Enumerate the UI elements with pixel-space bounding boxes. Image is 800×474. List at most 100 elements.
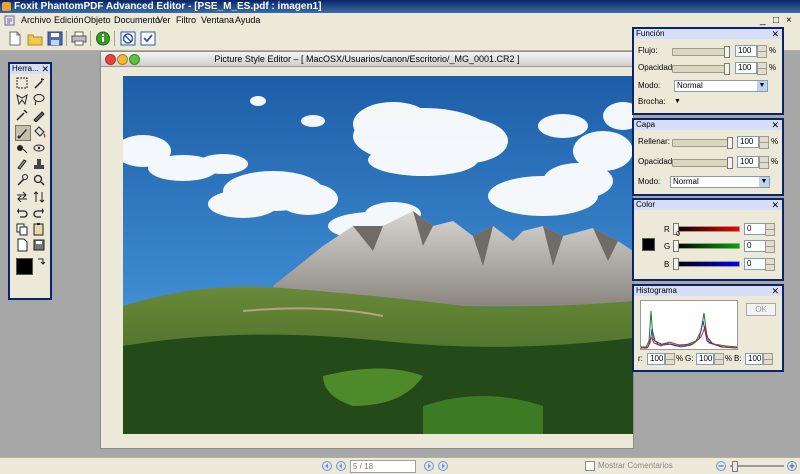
menu-archivo[interactable]: Archivo <box>21 14 51 27</box>
clone-tool[interactable] <box>15 141 29 155</box>
checkbox-button[interactable] <box>139 30 157 47</box>
brocha-dropdown-icon[interactable]: ▼ <box>674 97 681 107</box>
mac-close-icon[interactable] <box>105 54 116 65</box>
zoom-slider[interactable] <box>730 461 784 472</box>
print-button[interactable] <box>70 30 88 47</box>
capa-opacidad-input[interactable]: 100 <box>737 156 759 168</box>
flujo-stepper[interactable] <box>757 45 767 58</box>
close-button[interactable]: × <box>786 14 792 27</box>
mac-zoom-icon[interactable] <box>129 54 140 65</box>
pencil-tool[interactable] <box>15 157 29 171</box>
capa-panel-header[interactable]: Capa ✕ <box>634 120 782 130</box>
menu-filtro[interactable]: Filtro <box>176 14 196 27</box>
r-slider[interactable] <box>673 223 740 235</box>
g-slider-thumb[interactable] <box>673 240 679 252</box>
paste-tool[interactable] <box>32 222 46 236</box>
hist-b-input[interactable]: 100 <box>745 353 763 365</box>
copy-tool[interactable] <box>15 222 29 236</box>
stamp-tool[interactable] <box>32 157 46 171</box>
g-slider[interactable] <box>673 240 740 252</box>
new-doc-button[interactable] <box>6 30 24 47</box>
brush-tool[interactable] <box>15 125 31 141</box>
menu-documento[interactable]: Documento <box>114 14 160 27</box>
histograma-panel-header[interactable]: Histograma ✕ <box>634 286 782 296</box>
modo-select[interactable]: Normal ▼ <box>674 80 768 92</box>
menu-ver[interactable]: Ver <box>157 14 171 27</box>
color-foreground-swatch[interactable] <box>642 238 655 251</box>
lasso-tool[interactable] <box>15 92 29 106</box>
heal-tool[interactable] <box>32 141 46 155</box>
chevron-down-icon[interactable]: ▼ <box>757 81 767 91</box>
histogram-ok-button[interactable]: OK <box>746 303 776 316</box>
undo-tool[interactable] <box>15 206 29 220</box>
rellenar-input[interactable]: 100 <box>737 136 759 148</box>
maximize-button[interactable]: □ <box>773 14 779 27</box>
save-button[interactable] <box>46 30 64 47</box>
capa-modo-select[interactable]: Normal ▼ <box>670 176 770 188</box>
b-input[interactable]: 0 <box>744 258 766 270</box>
menu-ayuda[interactable]: Ayuda <box>235 14 260 27</box>
close-icon[interactable]: ✕ <box>771 29 779 39</box>
close-icon[interactable]: ✕ <box>41 64 49 74</box>
hist-g-input[interactable]: 100 <box>696 353 714 365</box>
mac-minimize-icon[interactable] <box>117 54 128 65</box>
hist-g-stepper[interactable] <box>714 353 724 365</box>
menu-objeto[interactable]: Objeto <box>84 14 111 27</box>
first-page-icon[interactable] <box>322 461 332 471</box>
r-input[interactable]: 0 <box>744 223 766 235</box>
zoom-slider-thumb[interactable] <box>732 461 738 472</box>
opacidad-slider[interactable] <box>672 63 730 75</box>
swap-tool[interactable] <box>15 190 29 204</box>
eyedropper-tool[interactable] <box>15 108 29 122</box>
capa-opacidad-slider[interactable] <box>672 157 733 169</box>
b-slider[interactable] <box>673 258 740 270</box>
funcion-panel-header[interactable]: Función ✕ <box>634 29 782 39</box>
doc-tool[interactable] <box>15 238 29 252</box>
foreground-color-swatch[interactable] <box>16 258 33 275</box>
last-page-icon[interactable] <box>438 461 448 471</box>
zoom-in-icon[interactable] <box>787 461 797 471</box>
paint-bucket-tool[interactable] <box>32 125 46 139</box>
rellenar-slider-thumb[interactable] <box>727 137 733 149</box>
capa-opacidad-stepper[interactable] <box>759 156 769 169</box>
magic-wand-tool[interactable] <box>32 76 46 90</box>
dodge-tool[interactable] <box>15 173 29 187</box>
pen-tool[interactable] <box>32 108 46 122</box>
page-number-field[interactable]: 5 / 18 <box>350 460 416 473</box>
tools-panel-header[interactable]: Herra... ✕ <box>10 64 50 74</box>
capa-opacidad-slider-thumb[interactable] <box>727 157 733 169</box>
save-tool[interactable] <box>32 238 46 252</box>
chevron-down-icon[interactable]: ▼ <box>759 177 769 187</box>
b-stepper[interactable] <box>765 258 775 271</box>
poly-lasso-tool[interactable] <box>32 92 46 106</box>
flujo-slider-thumb[interactable] <box>724 46 730 58</box>
show-comments-checkbox[interactable] <box>585 461 595 471</box>
close-icon[interactable]: ✕ <box>771 286 779 296</box>
menu-ventana[interactable]: Ventana <box>201 14 234 27</box>
zoom-tool[interactable] <box>32 173 46 187</box>
close-icon[interactable]: ✕ <box>771 120 779 130</box>
b-slider-thumb[interactable] <box>673 258 679 270</box>
g-input[interactable]: 0 <box>744 240 766 252</box>
no-entry-button[interactable] <box>119 30 137 47</box>
info-button[interactable] <box>94 30 112 47</box>
menu-edicion[interactable]: Edición <box>54 14 84 27</box>
opacidad-stepper[interactable] <box>757 62 767 75</box>
close-icon[interactable]: ✕ <box>771 200 779 210</box>
r-stepper[interactable] <box>765 223 775 236</box>
flujo-slider[interactable] <box>672 46 730 58</box>
hist-b-stepper[interactable] <box>763 353 773 365</box>
opacidad-slider-thumb[interactable] <box>724 63 730 75</box>
rellenar-stepper[interactable] <box>759 136 769 149</box>
transform-tool[interactable] <box>32 190 46 204</box>
open-button[interactable] <box>26 30 44 47</box>
hist-r-stepper[interactable] <box>665 353 675 365</box>
zoom-out-icon[interactable] <box>716 461 726 471</box>
redo-tool[interactable] <box>32 206 46 220</box>
color-panel-header[interactable]: Color ✕ <box>634 200 782 210</box>
marquee-tool[interactable] <box>15 76 29 90</box>
swap-colors-icon[interactable] <box>36 256 46 266</box>
flujo-input[interactable]: 100 <box>735 45 757 57</box>
g-stepper[interactable] <box>765 240 775 253</box>
rellenar-slider[interactable] <box>672 137 733 149</box>
